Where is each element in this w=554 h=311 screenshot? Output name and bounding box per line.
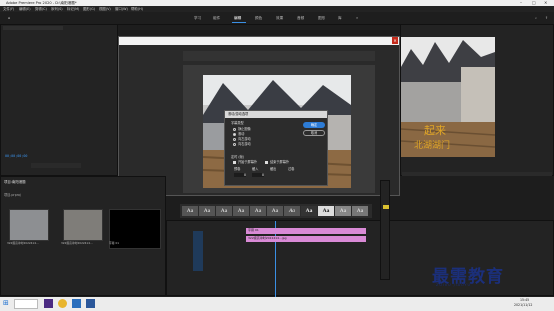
style-swatch[interactable]: Aa bbox=[233, 206, 249, 216]
radio-crawl-right[interactable] bbox=[233, 143, 236, 146]
style-swatch[interactable]: Aa bbox=[352, 206, 368, 216]
windows-start-icon[interactable]: ⊞ bbox=[3, 299, 9, 307]
preroll-input[interactable]: 0 bbox=[234, 173, 246, 177]
legacy-title-titlebar bbox=[119, 37, 399, 45]
home-icon[interactable]: ⌂ bbox=[8, 15, 10, 21]
start-off-screen-label: 开始于屏幕外 bbox=[238, 160, 258, 164]
radio-crawl-right-label: 向右游动 bbox=[238, 142, 251, 146]
more-icon[interactable]: » bbox=[356, 15, 358, 21]
brand-watermark-sub: ZUIXU JIAOYU bbox=[436, 283, 471, 287]
clock-time[interactable]: 15:45 bbox=[520, 298, 529, 302]
workspace-editing[interactable]: 编辑 bbox=[234, 15, 241, 21]
dialog-title: 滚动/游动选项 bbox=[228, 112, 249, 116]
share-icon[interactable]: ⇪ bbox=[545, 15, 548, 21]
radio-still-label: 静止图像 bbox=[238, 127, 251, 131]
title-toolbar[interactable] bbox=[183, 51, 375, 61]
ease-out-label: 缓出 bbox=[270, 167, 277, 171]
clock-date[interactable]: 2021/11/12 bbox=[514, 303, 532, 307]
timeline-clip-title[interactable]: 字幕 01 bbox=[246, 228, 366, 234]
workspace-effects[interactable]: 效果 bbox=[276, 15, 283, 21]
ease-in-label: 缓入 bbox=[252, 167, 259, 171]
dialog-title-bar: 滚动/游动选项 bbox=[225, 111, 327, 118]
postroll-label: 过卷 bbox=[288, 167, 295, 171]
radio-roll[interactable] bbox=[233, 133, 236, 136]
active-workspace-indicator bbox=[232, 22, 246, 23]
program-transport-controls[interactable] bbox=[402, 172, 552, 176]
meter-level bbox=[383, 205, 389, 209]
end-off-screen-label: 结束于屏幕外 bbox=[270, 160, 290, 164]
browser-taskbar-icon[interactable] bbox=[58, 299, 67, 308]
style-swatch[interactable]: Aa bbox=[199, 206, 215, 216]
title-styles-strip: Aa Aa Aa Aa Aa Aa Aa Aa Aa Aa Aa bbox=[180, 204, 372, 218]
taskbar-search[interactable] bbox=[14, 299, 38, 309]
radio-roll-label: 滚动 bbox=[238, 132, 245, 136]
project-item-thumbnail[interactable] bbox=[63, 209, 103, 241]
project-item-thumbnail[interactable] bbox=[9, 209, 49, 241]
style-swatch[interactable]: Aa bbox=[284, 206, 300, 216]
cancel-button[interactable]: 取消 bbox=[303, 130, 325, 136]
style-swatch[interactable]: Aa bbox=[318, 206, 334, 216]
premiere-taskbar-icon[interactable] bbox=[44, 299, 53, 308]
style-swatch[interactable]: Aa bbox=[216, 206, 232, 216]
style-swatch[interactable]: Aa bbox=[301, 206, 317, 216]
ok-button[interactable]: 确定 bbox=[303, 122, 325, 128]
workspace-color[interactable]: 颜色 bbox=[255, 15, 262, 21]
workspace-graphics[interactable]: 图形 bbox=[318, 15, 325, 21]
radio-still[interactable] bbox=[233, 128, 236, 131]
project-file-name: 项目.prproj bbox=[4, 193, 21, 197]
taskbar: ⊞ 15:45 2021/11/12 bbox=[0, 297, 554, 311]
ease-in-input[interactable]: 0 bbox=[252, 173, 264, 177]
source-monitor: 00;00;00;00 bbox=[0, 24, 118, 176]
project-item-label: 字幕 01 bbox=[109, 241, 120, 245]
project-item-label: 322级高冲时2022414... bbox=[61, 241, 93, 245]
program-caption-line2: 北湖湖门 bbox=[414, 141, 451, 151]
workspace-assembly[interactable]: 组件 bbox=[213, 15, 220, 21]
program-caption-line1: 起来 bbox=[424, 124, 446, 137]
end-off-screen-checkbox[interactable] bbox=[265, 161, 268, 164]
style-swatch[interactable]: Aa bbox=[267, 206, 283, 216]
search-icon[interactable]: ⌕ bbox=[535, 15, 537, 21]
timing-section-label: 定时 (帧) bbox=[231, 155, 245, 159]
legacy-title-close-button[interactable]: ✕ bbox=[392, 37, 398, 44]
style-swatch[interactable]: Aa bbox=[182, 206, 198, 216]
radio-crawl-left-label: 向左游动 bbox=[238, 137, 251, 141]
source-tabs[interactable] bbox=[3, 26, 63, 30]
workspace-libraries[interactable]: 库 bbox=[338, 15, 342, 21]
title-type-section-label: 字幕类型 bbox=[231, 121, 244, 125]
source-transport-controls[interactable] bbox=[31, 163, 81, 168]
track-targeting-column[interactable] bbox=[193, 231, 203, 271]
style-swatch[interactable]: Aa bbox=[250, 206, 266, 216]
radio-crawl-left[interactable] bbox=[233, 138, 236, 141]
preroll-label: 预卷 bbox=[234, 167, 241, 171]
explorer-taskbar-icon[interactable] bbox=[72, 299, 81, 308]
start-off-screen-checkbox[interactable] bbox=[233, 161, 236, 164]
style-swatch[interactable]: Aa bbox=[335, 206, 351, 216]
source-timecode[interactable]: 00;00;00;00 bbox=[5, 154, 27, 158]
workspace-audio[interactable]: 音频 bbox=[297, 15, 304, 21]
workspace-learn[interactable]: 学习 bbox=[194, 15, 201, 21]
project-item-label: 322级高冲时2022414... bbox=[7, 241, 39, 245]
roll-crawl-options-dialog: 滚动/游动选项 字幕类型 静止图像 滚动 向左游动 向右游动 确定 取消 定时 … bbox=[224, 110, 328, 186]
project-panel-title[interactable]: 项目:南阳港题 bbox=[4, 179, 26, 184]
timeline-clip-image[interactable]: 322级高冲时2022414...jpg bbox=[246, 236, 366, 242]
project-panel: 项目:南阳港题 项目.prproj 322级高冲时2022414... 322级… bbox=[0, 176, 166, 296]
word-taskbar-icon[interactable] bbox=[86, 299, 95, 308]
audio-meters bbox=[380, 180, 390, 280]
